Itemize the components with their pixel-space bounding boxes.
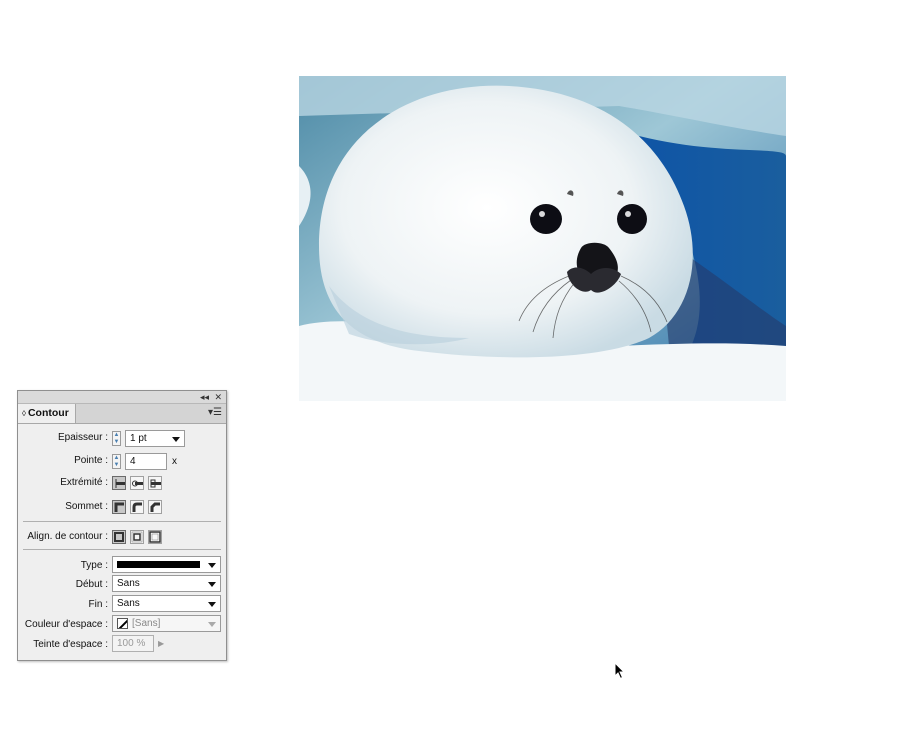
type-dropdown[interactable] (112, 556, 221, 573)
type-label: Type : (80, 560, 108, 571)
gap-color-row: Couleur d'espace : [Sans] (18, 615, 226, 635)
collapse-panel-icon[interactable]: ◂◂ (200, 391, 209, 403)
miter-label: Pointe : (74, 455, 108, 466)
bevel-join-icon[interactable] (148, 500, 162, 514)
cap-label: Extrémité : (60, 477, 108, 488)
gap-tint-field[interactable]: 100 % (112, 635, 154, 652)
gap-tint-label: Teinte d'espace : (33, 639, 108, 650)
miter-join-icon[interactable] (112, 500, 126, 514)
cap-row: Extrémité : (18, 473, 226, 493)
align-inside-icon[interactable] (130, 530, 144, 544)
end-label: Fin : (88, 599, 108, 610)
butt-cap-icon[interactable] (112, 476, 126, 490)
align-row: Align. de contour : (18, 527, 226, 547)
tint-slider-arrow-icon[interactable]: ▶ (158, 635, 164, 652)
gap-tint-row: Teinte d'espace : 100 % ▶ (18, 635, 226, 655)
mouse-cursor-icon (614, 661, 626, 685)
gap-color-dropdown[interactable]: [Sans] (112, 615, 221, 632)
align-center-icon[interactable] (112, 530, 126, 544)
join-row: Sommet : (18, 497, 226, 517)
projecting-cap-icon[interactable] (148, 476, 162, 490)
close-icon[interactable]: ✕ (214, 391, 222, 403)
panel-menu-icon[interactable]: ▾☰ (208, 407, 222, 419)
weight-field[interactable]: 1 pt (125, 430, 185, 447)
start-label: Début : (75, 579, 108, 590)
miter-suffix: x (172, 456, 177, 467)
miter-field[interactable]: 4 (125, 453, 167, 470)
divider (23, 521, 221, 522)
seal-photo (299, 76, 786, 401)
align-outside-icon[interactable] (148, 530, 162, 544)
start-dropdown[interactable]: Sans (112, 575, 221, 592)
none-swatch-icon (117, 618, 128, 629)
stroke-panel: ◂◂ ✕ ◊ Contour ▾☰ Epaisseur : ▲ ▼ 1 pt Poi… (17, 390, 227, 661)
panel-tab-row: ◊ Contour ▾☰ (18, 404, 226, 424)
gap-color-label: Couleur d'espace : (24, 619, 108, 630)
divider (23, 549, 221, 550)
tab-contour[interactable]: ◊ Contour (18, 404, 76, 423)
tab-label: Contour (27, 407, 69, 419)
round-cap-icon[interactable] (130, 476, 144, 490)
align-label: Align. de contour : (27, 531, 108, 542)
expand-toggle-icon[interactable]: ◊ (22, 409, 26, 418)
miter-row: Pointe : ▲ ▼ 4 x (18, 451, 226, 471)
round-join-icon[interactable] (130, 500, 144, 514)
start-row: Début : Sans (18, 575, 226, 595)
solid-line-swatch (117, 561, 200, 568)
type-row: Type : (18, 556, 226, 576)
join-label: Sommet : (65, 501, 108, 512)
miter-stepper[interactable]: ▲ ▼ (112, 454, 121, 469)
end-row: Fin : Sans (18, 595, 226, 615)
weight-stepper[interactable]: ▲ ▼ (112, 431, 121, 446)
weight-label: Epaisseur : (57, 432, 108, 443)
panel-title-bar[interactable]: ◂◂ ✕ (18, 391, 226, 404)
end-dropdown[interactable]: Sans (112, 595, 221, 612)
gap-color-value: [Sans] (132, 618, 161, 629)
weight-row: Epaisseur : ▲ ▼ 1 pt (18, 428, 226, 448)
